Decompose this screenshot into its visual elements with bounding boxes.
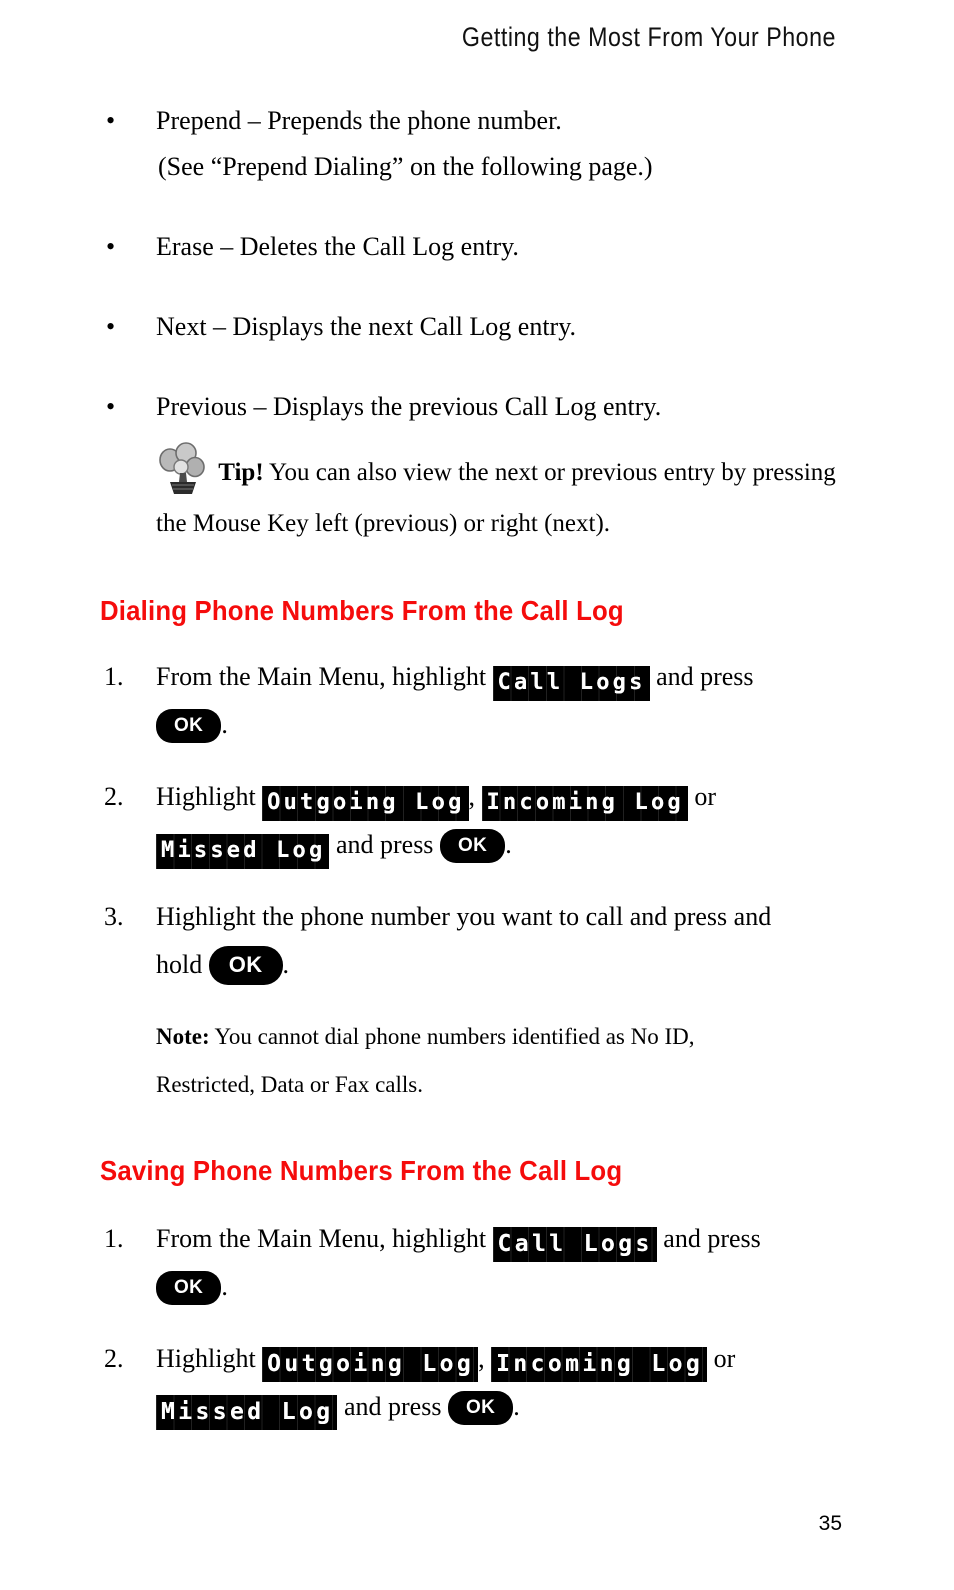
step-item: 3. Highlight the phone number you want t…: [100, 893, 854, 989]
bullet-text-line1: Previous – Displays the previous Call Lo…: [156, 392, 662, 421]
step-text-line1: Highlight the phone number you want to c…: [156, 902, 772, 931]
step-text-mid2: and press: [343, 1392, 442, 1421]
step-text-period: .: [221, 710, 228, 739]
step-text-or: or: [694, 782, 717, 811]
document-page: Getting the Most From Your Phone • Prepe…: [0, 0, 954, 1590]
tip-text-line1: You can also view the next or previous e…: [268, 459, 836, 486]
step-line2: OK.: [156, 701, 854, 749]
bullet-text-line2: (See “Prepend Dialing” on the following …: [158, 152, 653, 181]
step-number: 2.: [104, 1344, 124, 1373]
bullet-dot-icon: •: [106, 232, 116, 261]
tip-callout: Tip! You can also view the next or previ…: [156, 442, 854, 547]
section-heading-dialing: Dialing Phone Numbers From the Call Log: [100, 595, 624, 626]
step-text-pre: From the Main Menu, highlight: [156, 662, 487, 691]
step-line2: Missed Log and press OK.: [156, 1383, 854, 1431]
step-text-pre: Highlight: [156, 782, 256, 811]
bullet-dot-icon: •: [106, 392, 116, 421]
step-text-pre: Highlight: [156, 1344, 256, 1373]
lcd-chip-missed-log: Missed Log: [156, 1395, 337, 1430]
note-text-line1: You cannot dial phone numbers identified…: [214, 1024, 695, 1049]
section-heading-saving: Saving Phone Numbers From the Call Log: [100, 1155, 623, 1186]
note-label: Note:: [156, 1024, 210, 1049]
list-item: • Prepend – Prepends the phone number. (…: [100, 98, 854, 190]
step-text-mid: and press: [663, 1224, 761, 1253]
feature-bullet-list: • Prepend – Prepends the phone number. (…: [100, 98, 854, 430]
step-item: 2. Highlight Outgoing Log, Incoming Log …: [100, 1335, 854, 1431]
lcd-chip-incoming-log: Incoming Log: [482, 786, 688, 821]
page-content: • Prepend – Prepends the phone number. (…: [100, 98, 854, 1455]
lcd-chip-outgoing-log: Outgoing Log: [262, 1347, 478, 1382]
step-text-period: .: [282, 950, 290, 979]
step-line2: hold OK.: [156, 941, 854, 989]
step-line2: OK.: [156, 1263, 854, 1311]
ok-key-button[interactable]: OK: [156, 709, 222, 743]
list-item: • Next – Displays the next Call Log entr…: [100, 304, 854, 350]
ok-key-button[interactable]: OK: [447, 1391, 514, 1425]
bullet-dot-icon: •: [106, 312, 116, 341]
step-number: 1.: [104, 1224, 124, 1253]
bullet-text-line1: Erase – Deletes the Call Log entry.: [156, 232, 519, 261]
list-item: • Erase – Deletes the Call Log entry.: [100, 224, 854, 270]
page-number: 35: [818, 1512, 842, 1535]
step-text-mid2: and press: [335, 830, 434, 859]
tip-text-line2: the Mouse Key left (previous) or right (…: [156, 510, 611, 537]
lcd-chip-call-logs: Call Logs: [493, 1227, 657, 1262]
step-text-hold: hold: [156, 950, 203, 979]
step-item: 1. From the Main Menu, highlight Call Lo…: [100, 1215, 854, 1311]
bullet-text-line1: Next – Displays the next Call Log entry.: [156, 312, 577, 341]
ok-key-button[interactable]: OK: [439, 829, 506, 863]
lcd-chip-call-logs: Call Logs: [493, 666, 650, 701]
lcd-chip-incoming-log: Incoming Log: [491, 1347, 707, 1382]
ok-key-button[interactable]: OK: [208, 946, 283, 985]
step-text-pre: From the Main Menu, highlight: [156, 1224, 487, 1253]
step-text-comma: ,: [468, 782, 476, 811]
steps-list-saving: 1. From the Main Menu, highlight Call Lo…: [100, 1215, 854, 1431]
step-text-period: .: [513, 1392, 520, 1421]
running-header-title: Getting the Most From Your Phone: [461, 22, 836, 52]
lcd-chip-outgoing-log: Outgoing Log: [262, 786, 468, 821]
steps-list-dialing: 1. From the Main Menu, highlight Call Lo…: [100, 653, 854, 989]
lcd-chip-missed-log: Missed Log: [156, 834, 329, 869]
step-item: 2. Highlight Outgoing Log, Incoming Log …: [100, 773, 854, 869]
step-number: 1.: [104, 662, 124, 691]
tip-label: Tip!: [218, 459, 264, 486]
step-item: 1. From the Main Menu, highlight Call Lo…: [100, 653, 854, 749]
step-number: 2.: [104, 782, 124, 811]
bullet-text-line1: Prepend – Prepends the phone number.: [156, 106, 562, 135]
step-text-period: .: [221, 1272, 228, 1301]
ok-key-button[interactable]: OK: [156, 1271, 222, 1305]
step-text-period: .: [505, 830, 512, 859]
note-callout: Note: You cannot dial phone numbers iden…: [156, 1013, 854, 1109]
step-number: 3.: [104, 902, 124, 931]
note-text-line2: Restricted, Data or Fax calls.: [156, 1072, 423, 1097]
step-text-mid: and press: [656, 662, 754, 691]
tip-bulb-cluster-icon: [156, 442, 208, 496]
step-line2: Missed Log and press OK.: [156, 821, 854, 869]
step-text-or: or: [713, 1344, 736, 1373]
bullet-dot-icon: •: [106, 106, 116, 135]
step-text-comma: ,: [478, 1344, 485, 1373]
list-item: • Previous – Displays the previous Call …: [100, 384, 854, 430]
